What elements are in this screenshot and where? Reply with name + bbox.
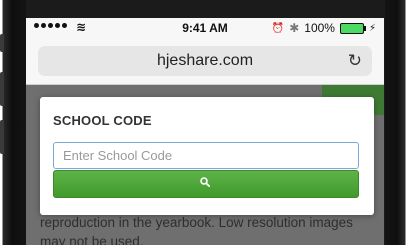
modal-title: SCHOOL CODE	[53, 113, 152, 128]
alarm-icon: ⏰	[271, 22, 285, 34]
reload-icon[interactable]: ↻	[348, 51, 362, 71]
address-bar[interactable]: hjeshare.com ↻	[38, 46, 372, 76]
phone-frame: ≋ 9:41 AM ⏰ ✱ 100% ⚡ hjeshare.com ↻ repr…	[0, 0, 407, 245]
bluetooth-icon: ✱	[289, 21, 300, 35]
school-code-modal: SCHOOL CODE	[40, 97, 374, 215]
battery-icon	[339, 22, 366, 34]
url-text: hjeshare.com	[156, 52, 254, 69]
page-body-text: reproduction in the yearbook. Low resolu…	[40, 215, 353, 245]
phone-screen: ≋ 9:41 AM ⏰ ✱ 100% ⚡ hjeshare.com ↻ repr…	[26, 18, 384, 245]
charging-icon: ⚡	[368, 22, 376, 34]
search-button[interactable]	[53, 170, 359, 198]
status-bar: ≋ 9:41 AM ⏰ ✱ 100% ⚡	[26, 18, 384, 38]
phone-bezel-right	[385, 0, 407, 245]
volume-down-button	[0, 120, 4, 154]
school-code-input[interactable]	[53, 142, 359, 169]
mute-switch	[0, 34, 4, 52]
search-icon	[200, 177, 210, 187]
volume-up-button	[0, 72, 4, 106]
battery-percentage: 100%	[304, 21, 335, 35]
status-right-group: ⏰ ✱ 100% ⚡	[272, 21, 376, 35]
